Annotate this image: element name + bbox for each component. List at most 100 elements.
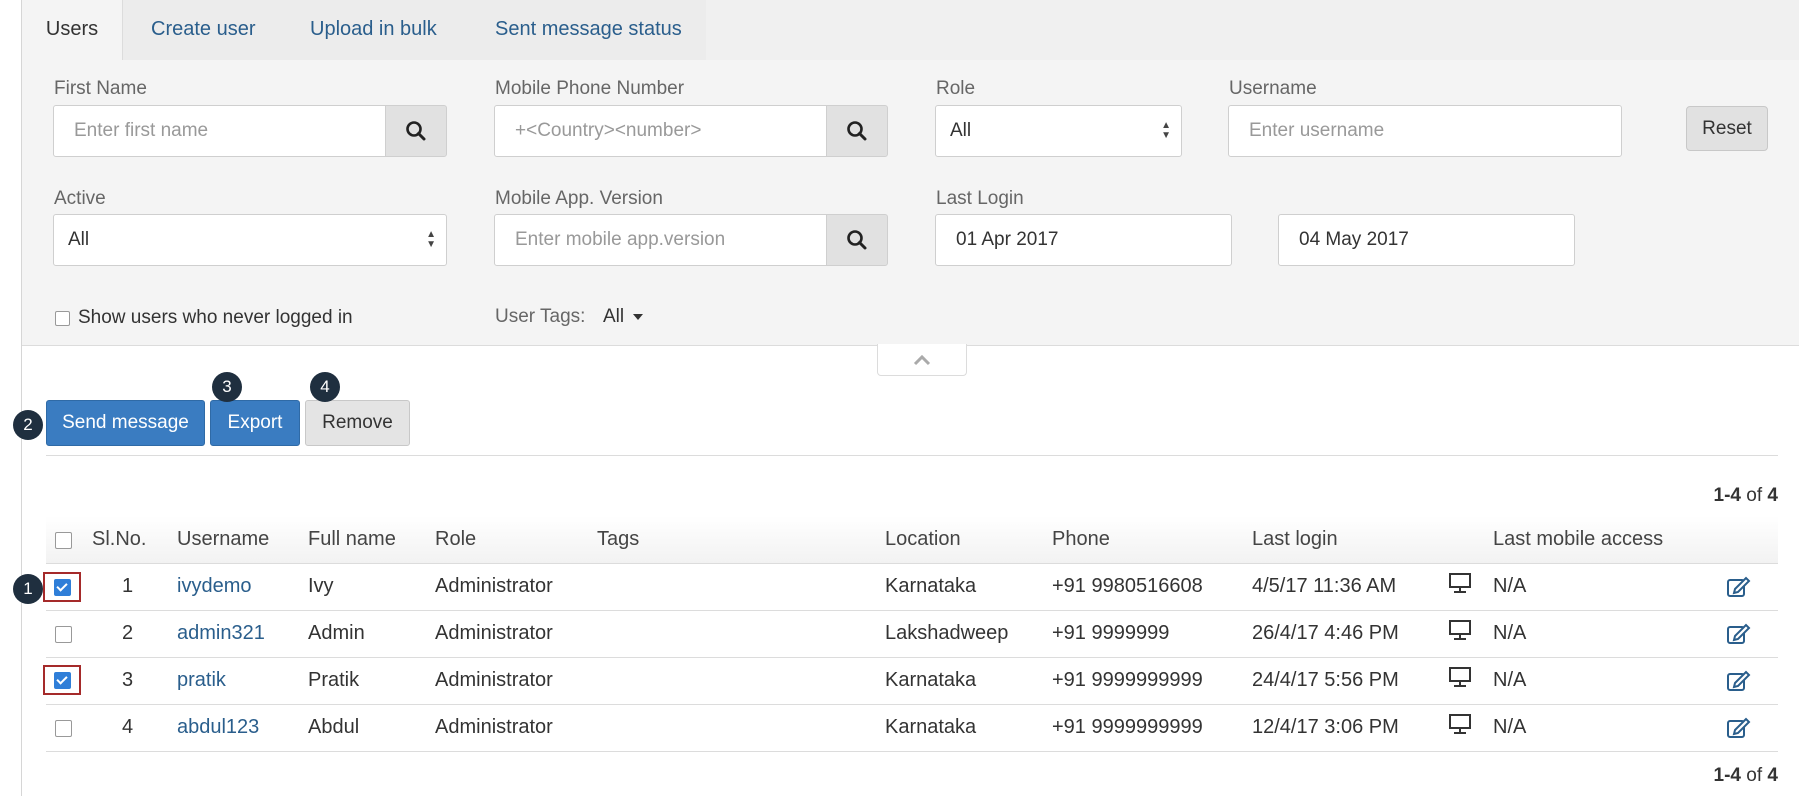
tab-upload-in-bulk[interactable]: Upload in bulk [286,0,461,60]
search-icon [847,121,867,141]
select-arrows-icon: ▲ ▼ [426,229,436,250]
row-last-login: 4/5/17 11:36 AM [1252,575,1397,597]
header-last-login[interactable]: Last login [1252,528,1338,551]
never-logged-in-label: Show users who never logged in [78,307,353,328]
search-icon [847,230,867,250]
row-role: Administrator [435,575,553,597]
role-select[interactable]: All ▲ ▼ [935,105,1182,157]
row-last-login: 12/4/17 3:06 PM [1252,716,1399,738]
username-input[interactable]: Enter username [1228,105,1622,157]
header-tags: Tags [597,528,640,550]
callout-marker-4: 4 [310,372,340,402]
callout-marker-2: 2 [13,410,43,440]
edit-icon[interactable] [1726,575,1752,599]
desktop-icon [1449,573,1471,593]
last-login-from-input[interactable]: 01 Apr 2017 [935,214,1232,266]
tab-sent-message-status[interactable]: Sent message status [471,0,706,60]
edit-icon[interactable] [1726,669,1752,693]
header-username[interactable]: Username [177,528,269,551]
row-last-mobile-access: N/A [1493,575,1527,597]
pagination-total: 4 [1767,765,1778,786]
row-username-link[interactable]: ivydemo [177,575,251,598]
mobile-phone-search-button[interactable] [826,105,888,157]
row-checkbox[interactable] [54,672,71,689]
pagination-top: 1-4 of 4 [1714,485,1778,507]
row-role: Administrator [435,716,553,738]
row-sl-no: 3 [122,669,134,691]
desktop-icon [1449,714,1471,734]
active-select-value: All [68,229,90,250]
header-last-mobile-access[interactable]: Last mobile access [1493,528,1663,551]
username-label: Username [1229,78,1317,99]
row-last-login: 24/4/17 5:56 PM [1252,669,1399,691]
desktop-icon [1449,667,1471,687]
header-phone[interactable]: Phone [1052,528,1110,551]
row-divider [46,610,1778,611]
select-all-checkbox[interactable] [55,532,72,549]
row-checkbox[interactable] [54,579,71,596]
row-location: Karnataka [885,669,977,691]
user-tags-value: All [603,306,625,327]
export-button[interactable]: Export [210,400,300,446]
edit-icon[interactable] [1726,622,1752,646]
header-role[interactable]: Role [435,528,476,551]
header-location[interactable]: Location [885,528,961,551]
row-location: Karnataka [885,716,977,738]
active-label: Active [54,188,106,209]
remove-button[interactable]: Remove [305,400,410,446]
row-checkbox[interactable] [55,626,72,643]
row-sl-no: 2 [122,622,134,644]
pagination-bottom: 1-4 of 4 [1714,765,1778,787]
header-full-name[interactable]: Full name [308,528,396,551]
last-login-label: Last Login [936,188,1024,209]
row-phone: +91 9999999999 [1052,716,1203,738]
callout-marker-1: 1 [13,574,43,604]
row-last-mobile-access: N/A [1493,622,1527,644]
tab-users[interactable]: Users [22,0,123,60]
edit-icon[interactable] [1726,716,1752,740]
row-phone: +91 9999999999 [1052,669,1203,691]
row-full-name: Pratik [308,669,360,691]
tab-bar-filler [706,0,1799,60]
app-version-search-button[interactable] [826,214,888,266]
header-divider [46,563,1778,564]
chevron-up-icon [913,354,931,365]
row-phone: +91 9999999 [1052,622,1170,644]
select-arrows-icon: ▲ ▼ [1161,120,1171,141]
role-select-value: All [950,120,972,141]
collapse-filters-button[interactable] [877,344,967,376]
row-username-link[interactable]: pratik [177,669,226,692]
pagination-range: 1-4 [1713,485,1741,506]
pagination-range: 1-4 [1713,765,1741,786]
row-divider [46,751,1778,752]
row-full-name: Ivy [308,575,334,597]
app-version-input[interactable]: Enter mobile app.version [494,214,828,266]
last-login-to-input[interactable]: 04 May 2017 [1278,214,1575,266]
row-username-link[interactable]: admin321 [177,622,265,645]
row-phone: +91 9980516608 [1052,575,1203,597]
row-username-link[interactable]: abdul123 [177,716,259,739]
role-label: Role [936,78,976,99]
first-name-input[interactable]: Enter first name [53,105,387,157]
send-message-button[interactable]: Send message [46,400,205,446]
never-logged-in-checkbox[interactable] [55,311,70,326]
app-version-label: Mobile App. Version [495,188,663,209]
callout-marker-3: 3 [212,372,242,402]
row-divider [46,704,1778,705]
user-tags-dropdown[interactable]: All [603,306,644,328]
tab-create-user[interactable]: Create user [127,0,280,60]
user-tags-label: User Tags: [495,306,586,327]
row-location: Karnataka [885,575,977,597]
mobile-phone-input[interactable]: +<Country><number> [494,105,828,157]
pagination-of: of [1746,765,1763,786]
reset-button[interactable]: Reset [1686,106,1768,151]
pagination-total: 4 [1767,485,1778,506]
first-name-search-button[interactable] [385,105,447,157]
row-location: Lakshadweep [885,622,1009,644]
row-full-name: Admin [308,622,365,644]
first-name-label: First Name [54,78,147,99]
row-checkbox[interactable] [55,720,72,737]
active-select[interactable]: All ▲ ▼ [53,214,447,266]
row-role: Administrator [435,669,553,691]
row-sl-no: 1 [122,575,134,597]
